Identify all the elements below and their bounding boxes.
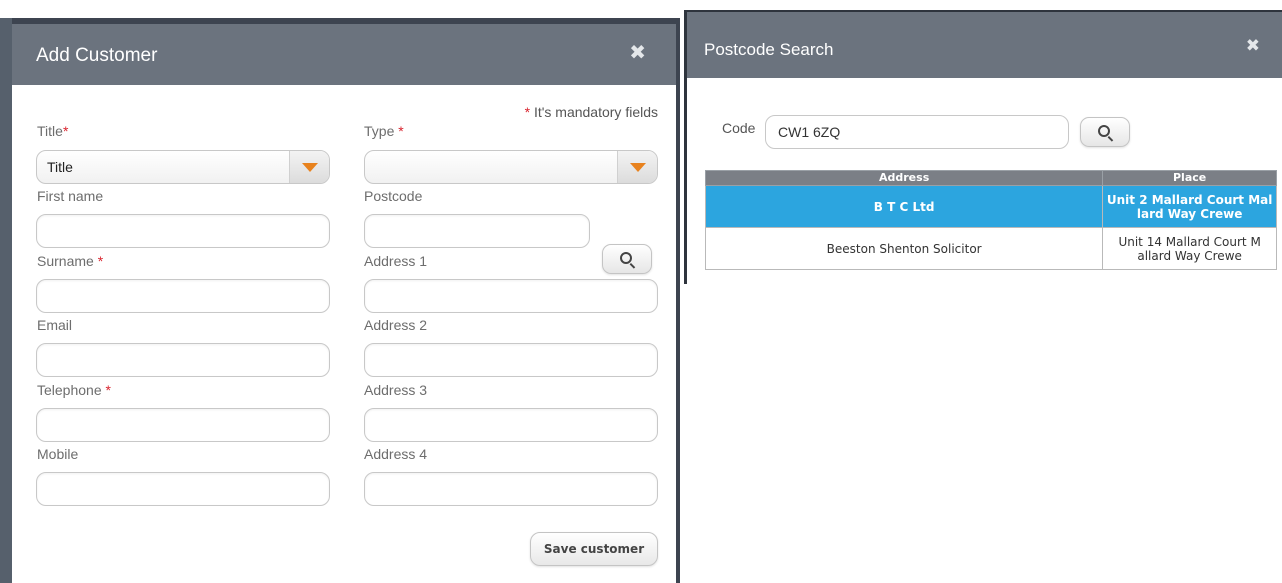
surname-label-text: Surname [37,253,94,269]
address2-label: Address 2 [364,317,428,333]
caret-down-icon [630,163,646,172]
postcode-search-dialog: Postcode Search ✖ Code CW1 6ZQ Address P… [684,10,1282,284]
surname-label: Surname * [37,253,103,269]
address3-label: Address 3 [364,382,428,398]
required-star: * [62,123,69,139]
required-star: * [398,123,404,139]
title-label-text: Title [37,123,63,139]
add-customer-dialog: Add Customer ✖ * It's mandatory fields T… [12,24,676,583]
title-select[interactable]: Title [36,150,330,184]
postcode-label: Postcode [364,188,423,204]
column-header-address: Address [704,170,1104,186]
dropdown-button[interactable] [617,151,657,183]
table-row[interactable]: B T C Ltd Unit 2 Mallard Court Mal lard … [704,185,1277,228]
place-cell: Unit 14 Mallard Court M allard Way Crewe [1102,227,1277,270]
search-icon [1098,125,1110,137]
save-customer-button[interactable]: Save customer [530,532,658,566]
close-icon[interactable]: ✖ [629,40,646,65]
dialog-left-edge [0,18,12,583]
dialog-title: Add Customer [36,45,158,66]
results-table: Address Place B T C Ltd Unit 2 Mallard C… [704,170,1277,270]
table-header-row: Address Place [704,170,1277,186]
code-input[interactable]: CW1 6ZQ [765,115,1069,149]
address3-field[interactable] [364,408,658,442]
mobile-field[interactable] [36,472,330,506]
dialog-title: Postcode Search [704,40,834,59]
close-icon[interactable]: ✖ [1246,36,1260,56]
address4-field[interactable] [364,472,658,506]
first-name-field[interactable] [36,214,330,248]
address2-field[interactable] [364,343,658,377]
surname-field[interactable] [36,279,330,313]
required-star: * [105,382,111,398]
type-select[interactable] [364,150,658,184]
address1-field[interactable] [364,279,658,313]
dialog-header: Postcode Search ✖ [687,12,1282,78]
required-star: * [97,253,104,269]
telephone-label-text: Telephone [37,382,102,398]
address-cell: B T C Ltd [704,185,1104,228]
code-label: Code [722,120,756,136]
search-icon [620,252,632,264]
required-star: * [524,104,531,120]
code-search-button[interactable] [1080,117,1130,147]
address4-label: Address 4 [364,446,428,462]
mobile-label: Mobile [37,446,79,462]
dropdown-button[interactable] [289,151,329,183]
title-label: Title* [37,123,68,139]
telephone-label: Telephone * [37,382,111,398]
postcode-field[interactable] [364,214,590,248]
telephone-field[interactable] [36,408,330,442]
first-name-label: First name [37,188,104,204]
type-label-text: Type [364,123,395,139]
mandatory-text: It's mandatory fields [533,104,658,120]
dialog-right-edge [676,18,680,583]
column-header-place: Place [1102,170,1277,186]
dialog-header: Add Customer ✖ [12,24,676,85]
address1-label: Address 1 [364,253,428,269]
table-row[interactable]: Beeston Shenton Solicitor Unit 14 Mallar… [704,227,1277,270]
type-label: Type * [364,123,404,139]
email-field[interactable] [36,343,330,377]
email-label: Email [37,317,73,333]
mandatory-note: * It's mandatory fields [525,104,658,120]
place-cell: Unit 2 Mallard Court Mal lard Way Crewe [1102,185,1277,228]
caret-down-icon [302,163,318,172]
postcode-search-button[interactable] [602,244,652,274]
title-select-value: Title [47,159,73,175]
address-cell: Beeston Shenton Solicitor [704,227,1104,270]
